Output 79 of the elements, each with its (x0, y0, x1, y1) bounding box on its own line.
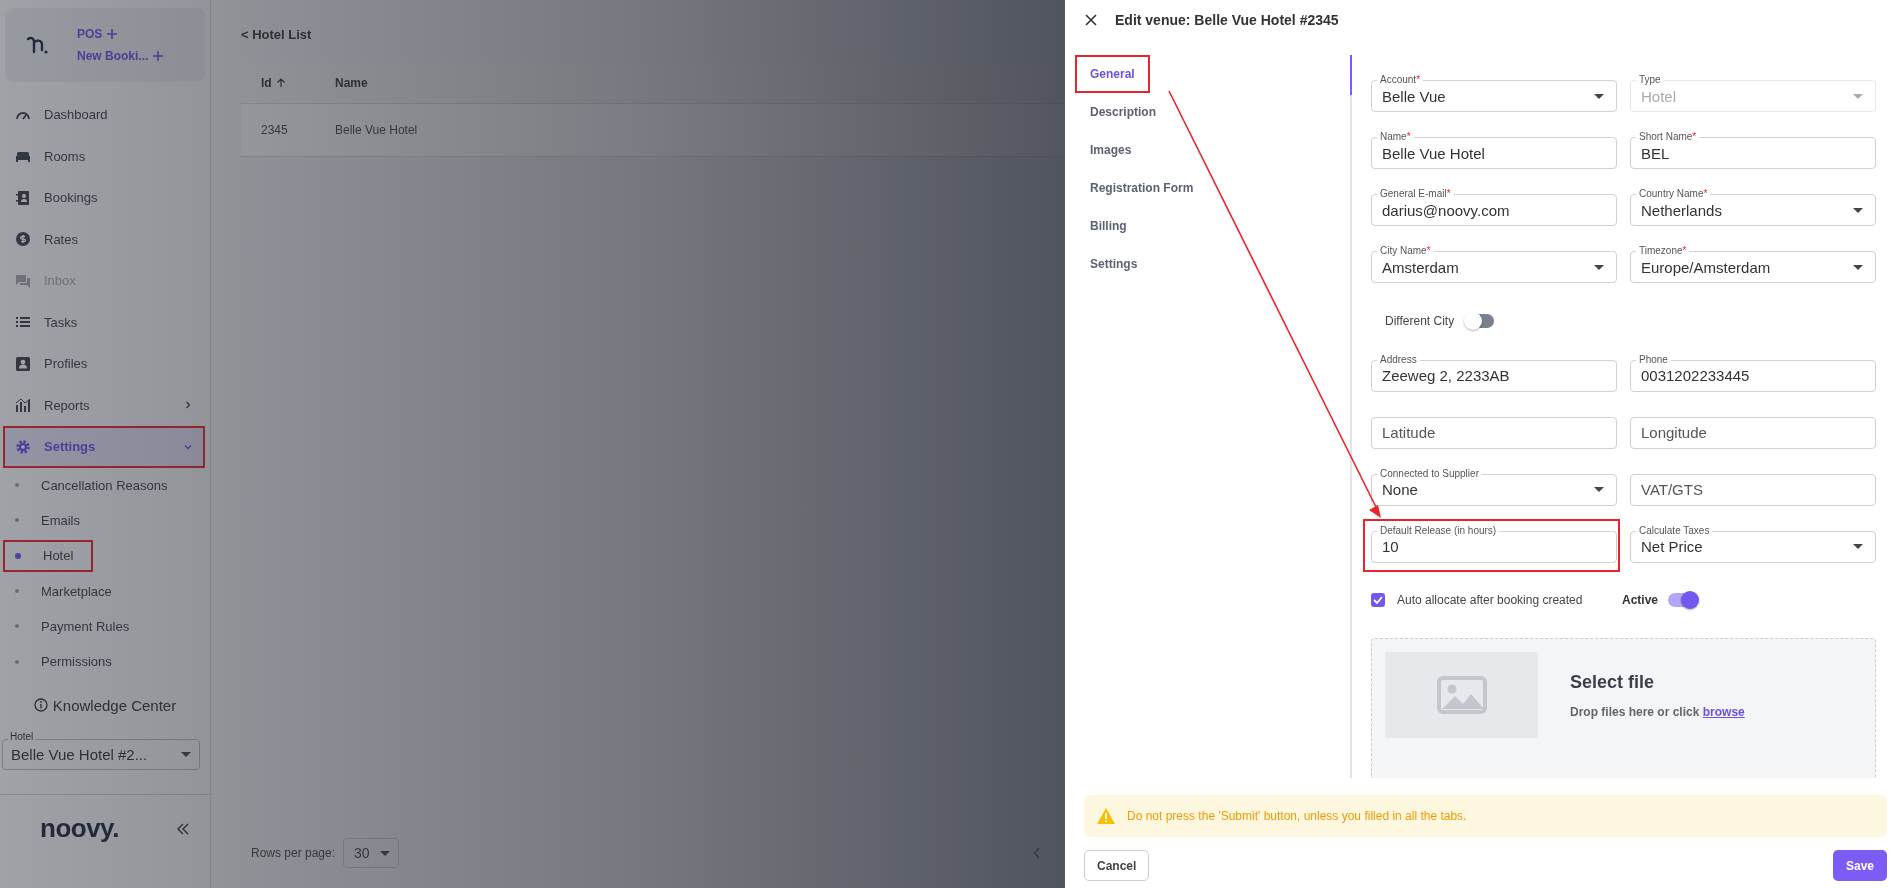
settings-icon (15, 438, 31, 455)
field-label: Country Name* (1636, 188, 1711, 200)
bar-chart-icon (15, 397, 31, 414)
toggle-switch[interactable] (1668, 593, 1697, 608)
cancel-button[interactable]: Cancel (1084, 850, 1150, 881)
sidebar-item[interactable]: Settings (3, 426, 205, 468)
field-label: Phone (1636, 353, 1671, 366)
chat-icon (15, 272, 31, 289)
tab[interactable]: Registration Form (1075, 169, 1209, 207)
caret-icon (1594, 264, 1604, 270)
tab[interactable]: Billing (1075, 207, 1142, 245)
field-label: General E-mail* (1377, 188, 1454, 200)
file-dropzone[interactable]: Select file Drop files here or click browse (1371, 638, 1876, 778)
sidebar-subitem[interactable]: Permissions (3, 645, 132, 678)
caret-icon (1594, 93, 1604, 99)
checkbox-label: Auto allocate after booking created (1397, 593, 1584, 608)
drawer-title: Edit venue: Belle Vue Hotel #2345 (1115, 12, 1339, 28)
field-label: Type (1636, 74, 1664, 86)
sidebar-item[interactable]: Bookings (3, 177, 205, 219)
sidebar-subitem[interactable]: Payment Rules (3, 610, 150, 643)
sidebar-subitem[interactable]: Hotel (3, 539, 94, 572)
caret-icon (1853, 207, 1863, 213)
field-label: Short Name* (1636, 131, 1700, 143)
knowledge-center-link[interactable]: Knowledge Center (52, 696, 177, 714)
tab[interactable]: General (1075, 55, 1150, 93)
caret-icon (181, 752, 191, 758)
caret-icon (379, 850, 390, 856)
warning-icon (1097, 808, 1115, 824)
sidebar-item[interactable]: Rates (3, 218, 205, 260)
close-icon[interactable] (1085, 14, 1097, 26)
field-label: Name* (1377, 131, 1414, 143)
info-icon (33, 698, 48, 713)
tab[interactable]: Description (1075, 93, 1171, 131)
collapse-icon[interactable] (176, 822, 190, 835)
sidebar-item[interactable]: Rooms (3, 135, 205, 177)
caret-icon (1594, 487, 1604, 493)
sidebar-subitem[interactable]: Marketplace (3, 575, 132, 608)
field-label: Calculate Taxes (1636, 524, 1713, 537)
rows-per-page-label: Rows per page: (251, 846, 336, 860)
table-cell-text: Belle Vue Hotel (334, 122, 419, 139)
upload-hint: Drop files here or click browse (1570, 704, 1745, 719)
plus-icon (152, 50, 165, 62)
tab[interactable]: Settings (1075, 245, 1153, 283)
upload-title: Select file (1570, 671, 1656, 693)
image-placeholder-icon (1436, 676, 1487, 714)
tab[interactable]: Images (1075, 131, 1147, 169)
sidebar-item[interactable]: Tasks (3, 301, 205, 343)
toggle-label: Different City (1385, 314, 1455, 329)
dollar-coin-icon (15, 231, 31, 248)
back-link[interactable]: < Hotel List (241, 27, 312, 42)
sidebar-subitem[interactable]: Emails (3, 504, 100, 537)
switch-label: Active (1622, 593, 1659, 608)
rows-per-page-select[interactable]: 30 (343, 838, 399, 868)
caret-icon (1853, 544, 1863, 550)
sidebar-item[interactable]: Dashboard (3, 94, 205, 136)
field-label: City Name* (1377, 245, 1434, 257)
caret-icon (1853, 93, 1863, 99)
sidebar-item[interactable]: Profiles (3, 343, 205, 385)
field-label: Address (1377, 353, 1420, 366)
field-label: Timezone* (1636, 245, 1690, 257)
toggle-switch[interactable] (1466, 314, 1495, 329)
brand-logo: noovy. (40, 813, 119, 845)
browse-link[interactable]: browse (1702, 704, 1745, 719)
checkbox[interactable] (1371, 593, 1385, 608)
caret-icon (1853, 264, 1863, 270)
field-label: Connected to Supplier (1377, 467, 1482, 480)
plus-icon (106, 28, 119, 40)
profile-card-icon (15, 355, 31, 372)
quick-action-button[interactable]: POS (77, 27, 165, 41)
sidebar-item[interactable]: Reports (3, 384, 205, 426)
table-cell-text: 2345 (260, 122, 289, 139)
warning-text: Do not press the 'Submit' button, unless you filled in all the tabs. (1127, 809, 1467, 823)
sidebar-subitem[interactable]: Cancellation Reasons (3, 469, 188, 502)
quick-action-button[interactable]: New Booki... (77, 49, 165, 63)
field-label: Account* (1377, 74, 1424, 86)
contact-book-icon (15, 189, 31, 206)
save-button[interactable]: Save (1832, 850, 1887, 881)
field-label: Default Release (in hours) (1377, 524, 1500, 537)
column-header[interactable]: Id (241, 63, 315, 103)
